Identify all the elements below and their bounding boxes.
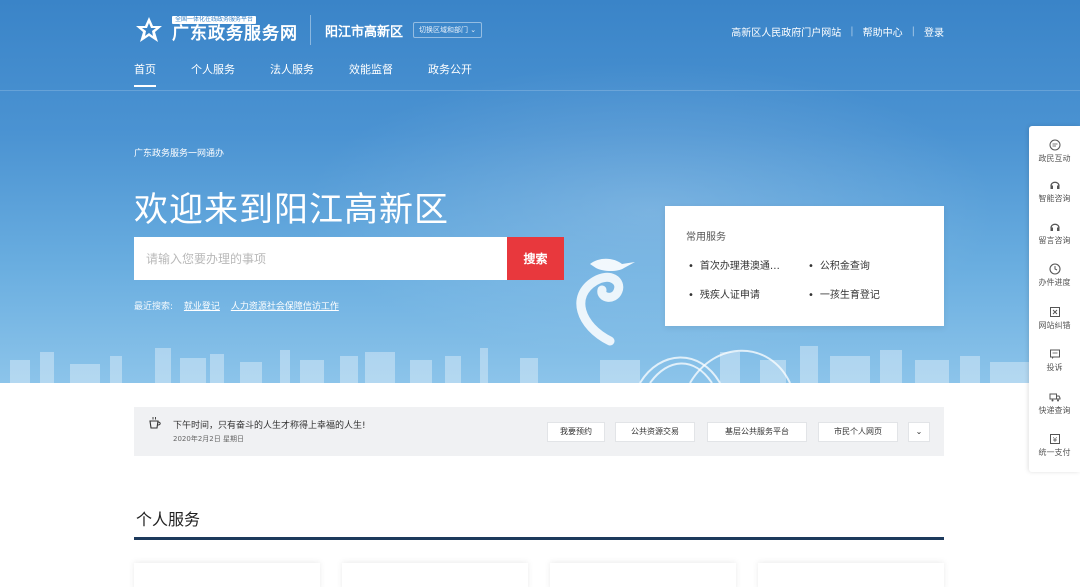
float-item-label: 投诉 bbox=[1046, 363, 1063, 372]
greeting-text: 下午时间，只有奋斗的人生才称得上幸福的人生! bbox=[173, 421, 366, 431]
main-nav: 首页 个人服务 法人服务 效能监督 政务公开 bbox=[134, 61, 507, 87]
search-input[interactable] bbox=[134, 237, 507, 280]
delivery-icon bbox=[1049, 393, 1060, 402]
headset-icon bbox=[1049, 181, 1060, 189]
top-links: 高新区人民政府门户网站 | 帮助中心 | 登录 bbox=[731, 24, 944, 39]
nav-personal-services[interactable]: 个人服务 bbox=[191, 61, 235, 87]
recent-search-label: 最近搜索: bbox=[134, 302, 174, 312]
more-links-button[interactable]: ⌄ bbox=[908, 422, 930, 442]
float-item-label: 统一支付 bbox=[1038, 448, 1071, 457]
top-link-separator: | bbox=[850, 26, 854, 37]
float-item-label: 办件进度 bbox=[1038, 278, 1071, 287]
clock-icon bbox=[1048, 263, 1061, 275]
logo-text: 全国一体化在线政务服务平台 广东政务服务网 bbox=[172, 16, 298, 44]
city-skyline-illustration bbox=[10, 346, 1070, 383]
service-link[interactable]: 首次办理港澳通… bbox=[688, 257, 780, 272]
hero-banner: 全国一体化在线政务服务平台 广东政务服务网 阳江市高新区 切换区域和部门 ⌄ 高… bbox=[0, 0, 1080, 383]
service-tile[interactable] bbox=[758, 563, 944, 587]
region-name: 阳江市高新区 bbox=[325, 24, 404, 40]
float-item-label: 留言咨询 bbox=[1038, 236, 1071, 245]
float-item-progress[interactable]: 办件进度 bbox=[1029, 263, 1080, 288]
help-center-link[interactable]: 帮助中心 bbox=[863, 24, 903, 39]
coffee-cup-icon bbox=[149, 417, 161, 429]
svg-text:¥: ¥ bbox=[1052, 436, 1057, 444]
switch-region-button[interactable]: 切换区域和部门 ⌄ bbox=[413, 22, 483, 38]
public-resource-trading-button[interactable]: 公共资源交易 bbox=[615, 422, 695, 442]
headset-icon bbox=[1049, 223, 1060, 231]
right-float-bar: 政民互动 智能咨询 留言咨询 办件进度 网站纠错 投诉 快递查询 ¥ 统一支付 bbox=[1029, 126, 1080, 472]
recent-search-link[interactable]: 人力资源社会保障信访工作 bbox=[231, 302, 339, 312]
section-title: 个人服务 bbox=[136, 510, 201, 529]
chat-icon bbox=[1049, 139, 1060, 151]
nav-corporate-services[interactable]: 法人服务 bbox=[270, 61, 314, 87]
gov-portal-link[interactable]: 高新区人民政府门户网站 bbox=[731, 24, 841, 39]
service-link[interactable]: 公积金查询 bbox=[808, 257, 870, 272]
float-item-label: 智能咨询 bbox=[1038, 194, 1071, 203]
citizen-personal-page-button[interactable]: 市民个人网页 bbox=[818, 422, 898, 442]
nav-efficiency-supervision[interactable]: 效能监督 bbox=[349, 61, 393, 87]
recent-searches: 最近搜索: 就业登记 人力资源社会保障信访工作 bbox=[134, 299, 339, 312]
common-services-title: 常用服务 bbox=[686, 232, 726, 243]
float-item-complaint[interactable]: 投诉 bbox=[1029, 348, 1080, 373]
float-item-error-report[interactable]: 网站纠错 bbox=[1029, 306, 1080, 331]
service-tile[interactable] bbox=[134, 563, 320, 587]
greeting-notice-bar: 下午时间，只有奋斗的人生才称得上幸福的人生! 2020年2月2日 星期日 我要预… bbox=[134, 407, 944, 456]
nav-government-disclosure[interactable]: 政务公开 bbox=[428, 61, 472, 87]
login-link[interactable]: 登录 bbox=[924, 24, 944, 39]
community-service-platform-button[interactable]: 基层公共服务平台 bbox=[707, 422, 807, 442]
nav-divider bbox=[0, 90, 1080, 91]
float-item-label: 网站纠错 bbox=[1038, 321, 1071, 330]
logo-emblem-icon bbox=[136, 17, 162, 42]
float-item-interaction[interactable]: 政民互动 bbox=[1029, 139, 1080, 164]
service-link[interactable]: 一孩生育登记 bbox=[808, 286, 880, 301]
service-link[interactable]: 残疾人证申请 bbox=[688, 286, 760, 301]
top-link-separator: | bbox=[911, 26, 915, 37]
greeting-date: 2020年2月2日 星期日 bbox=[173, 435, 244, 443]
hero-tagline: 广东政务服务一网通办 bbox=[134, 149, 225, 159]
section-underline bbox=[134, 537, 944, 540]
recent-search-link[interactable]: 就业登记 bbox=[184, 302, 220, 312]
float-item-smart-consult[interactable]: 智能咨询 bbox=[1029, 179, 1080, 204]
site-logo[interactable]: 全国一体化在线政务服务平台 广东政务服务网 阳江市高新区 切换区域和部门 ⌄ bbox=[134, 15, 483, 45]
appointment-button[interactable]: 我要预约 bbox=[547, 422, 605, 442]
logo-subtitle: 全国一体化在线政务服务平台 bbox=[172, 16, 257, 24]
logo-divider bbox=[310, 15, 311, 45]
float-item-message-consult[interactable]: 留言咨询 bbox=[1029, 221, 1080, 246]
float-item-delivery[interactable]: 快递查询 bbox=[1029, 391, 1080, 416]
common-services-card: 常用服务 首次办理港澳通… 公积金查询 残疾人证申请 一孩生育登记 bbox=[665, 206, 944, 326]
float-item-label: 政民互动 bbox=[1038, 154, 1071, 163]
chevron-down-icon: ⌄ bbox=[470, 26, 477, 34]
nav-home[interactable]: 首页 bbox=[134, 61, 156, 87]
complaint-icon bbox=[1049, 349, 1060, 359]
logo-title: 广东政务服务网 bbox=[172, 24, 298, 44]
float-item-label: 快递查询 bbox=[1038, 406, 1071, 415]
switch-region-label: 切换区域和部门 bbox=[419, 26, 469, 34]
hero-welcome-title: 欢迎来到阳江高新区 bbox=[134, 190, 449, 230]
service-tile[interactable] bbox=[342, 563, 528, 587]
service-tile[interactable] bbox=[550, 563, 736, 587]
chevron-down-icon: ⌄ bbox=[915, 427, 923, 436]
float-item-payment[interactable]: ¥ 统一支付 bbox=[1029, 433, 1080, 458]
error-report-icon bbox=[1049, 307, 1060, 317]
payment-icon: ¥ bbox=[1049, 434, 1060, 444]
